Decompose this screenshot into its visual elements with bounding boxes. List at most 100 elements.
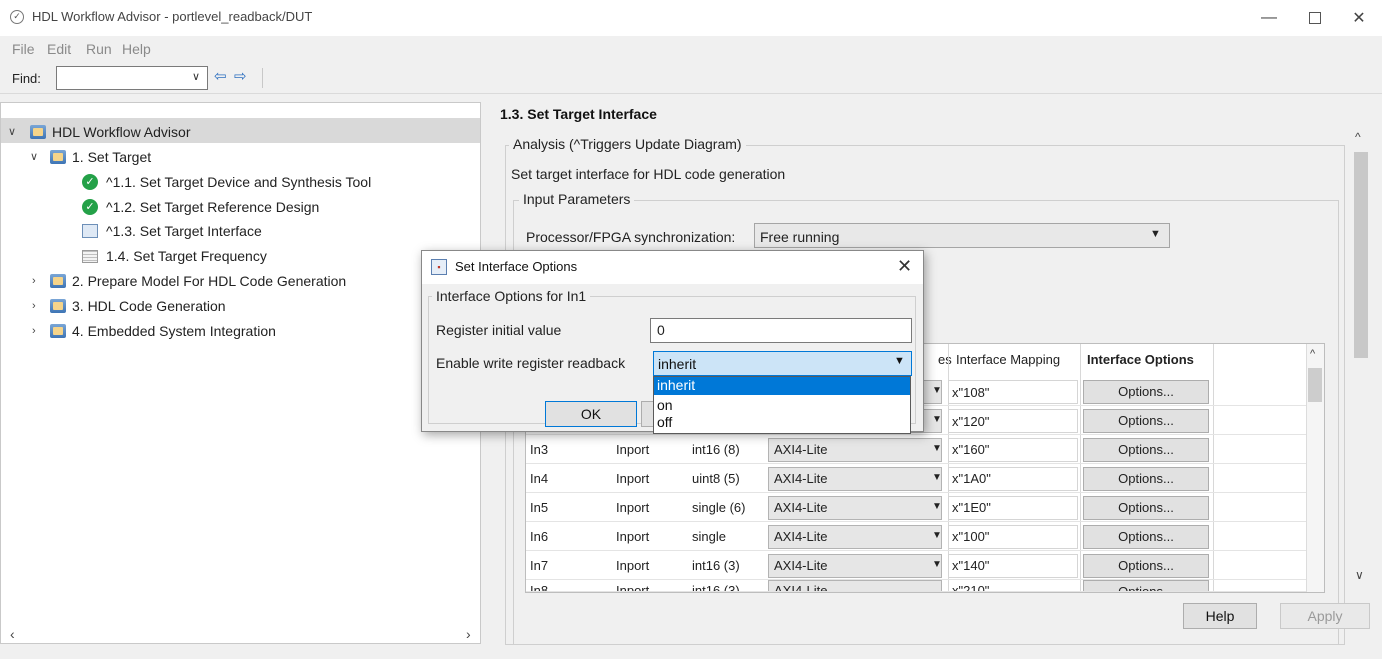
mapping-value: x"140" xyxy=(952,558,990,573)
maximize-button[interactable] xyxy=(1292,0,1338,36)
mapping-value: x"108" xyxy=(952,385,990,400)
caret-down-icon: ▼ xyxy=(932,443,942,454)
port-type: Inport xyxy=(616,471,650,486)
input-parameters-title: Input Parameters xyxy=(519,191,635,207)
option-inherit[interactable]: inherit xyxy=(654,377,910,395)
caret-down-icon: ▼ xyxy=(932,530,942,541)
menu-help[interactable]: Help xyxy=(122,41,151,57)
options-button[interactable]: Options... xyxy=(1083,409,1209,433)
mapping-value: x"210" xyxy=(952,583,990,592)
scroll-up-icon[interactable]: ^ xyxy=(1355,130,1361,144)
data-type: int16 (3) xyxy=(692,558,740,573)
chevron-right-icon[interactable]: › xyxy=(32,319,36,344)
table-row: In7 Inport int16 (3) AXI4-Lite ▼ x"140" … xyxy=(526,551,1306,580)
port-name: In3 xyxy=(530,442,549,457)
page-title: 1.3. Set Target Interface xyxy=(500,106,657,122)
tree-item-label: 3. HDL Code Generation xyxy=(72,298,226,314)
options-button[interactable]: Options... xyxy=(1083,580,1209,591)
interface-value: AXI4-Lite xyxy=(774,529,828,544)
dialog-icon: ▪ xyxy=(431,259,447,275)
folder-icon xyxy=(50,299,66,313)
port-name: In4 xyxy=(530,471,549,486)
caret-down-icon: ▼ xyxy=(932,501,942,512)
table-row: In8 Inport int16 (3) AXI4-Lite x"210" Op… xyxy=(526,580,1306,592)
tree-item-label: 1.4. Set Target Frequency xyxy=(106,248,267,264)
scroll-left-icon[interactable]: ‹ xyxy=(10,626,15,642)
caret-down-icon: ▼ xyxy=(932,472,942,483)
apply-button[interactable]: Apply xyxy=(1280,603,1370,629)
data-type: uint8 (5) xyxy=(692,471,740,486)
minimize-button[interactable]: — xyxy=(1246,0,1292,36)
tree-item-label: HDL Workflow Advisor xyxy=(52,124,191,140)
dialog-group-title: Interface Options for In1 xyxy=(432,288,591,304)
tree-item-label: ^1.3. Set Target Interface xyxy=(106,223,262,239)
column-header-types: es xyxy=(938,352,952,367)
app-icon: ✓ xyxy=(10,10,24,24)
scroll-down-icon[interactable]: ∨ xyxy=(1355,568,1364,582)
caret-down-icon: ▼ xyxy=(932,559,942,570)
caret-down-icon: ▼ xyxy=(932,385,942,396)
port-name: In6 xyxy=(530,529,549,544)
tree-horizontal-scrollbar[interactable] xyxy=(1,624,480,643)
option-off[interactable]: off xyxy=(654,414,910,432)
check-icon: ✓ xyxy=(82,174,98,190)
tree-item-label: ^1.2. Set Target Reference Design xyxy=(106,199,320,215)
chevron-right-icon[interactable]: › xyxy=(32,294,36,319)
table-row: In6 Inport single AXI4-Lite ▼ x"100" Opt… xyxy=(526,522,1306,551)
chevron-down-icon[interactable]: ∨ xyxy=(192,70,200,83)
column-header-interface-mapping: Interface Mapping xyxy=(956,352,1061,367)
scrollbar-thumb[interactable] xyxy=(1308,368,1322,402)
menu-edit[interactable]: Edit xyxy=(47,41,71,57)
table-row: In3 Inport int16 (8) AXI4-Lite ▼ x"160" … xyxy=(526,435,1306,464)
interface-value: AXI4-Lite xyxy=(774,471,828,486)
close-icon[interactable]: ✕ xyxy=(897,256,912,277)
caret-down-icon: ▼ xyxy=(894,355,905,367)
scroll-right-icon[interactable]: › xyxy=(466,626,471,642)
task-icon xyxy=(82,224,98,238)
sync-dropdown-value: Free running xyxy=(760,229,840,245)
find-next-icon[interactable]: ⇨ xyxy=(234,67,247,85)
options-button[interactable]: Options... xyxy=(1083,496,1209,520)
column-header-interface-options: Interface Options xyxy=(1087,352,1194,367)
options-button[interactable]: Options... xyxy=(1083,554,1209,578)
menu-run[interactable]: Run xyxy=(86,41,112,57)
scrollbar-thumb[interactable] xyxy=(1354,152,1368,358)
close-button[interactable]: ✕ xyxy=(1336,0,1382,36)
help-button[interactable]: Help xyxy=(1183,603,1257,629)
toolbar-divider xyxy=(262,68,263,88)
options-button[interactable]: Options... xyxy=(1083,467,1209,491)
table-row: In5 Inport single (6) AXI4-Lite ▼ x"1E0"… xyxy=(526,493,1306,522)
find-label: Find: xyxy=(12,71,41,86)
port-name: In8 xyxy=(530,583,549,592)
register-initial-value-input[interactable]: 0 xyxy=(650,318,912,343)
find-previous-icon[interactable]: ⇦ xyxy=(214,67,227,85)
interface-value: AXI4-Lite xyxy=(774,442,828,457)
find-input[interactable] xyxy=(56,66,208,90)
option-on[interactable]: on xyxy=(654,397,910,415)
scroll-up-icon[interactable]: ^ xyxy=(1310,348,1315,360)
chevron-down-icon[interactable]: ∨ xyxy=(8,120,16,145)
ok-button[interactable]: OK xyxy=(545,401,637,427)
options-button[interactable]: Options... xyxy=(1083,438,1209,462)
mapping-value: x"120" xyxy=(952,414,990,429)
interface-value: AXI4-Lite xyxy=(774,583,828,592)
port-name: In5 xyxy=(530,500,549,515)
port-type: Inport xyxy=(616,558,650,573)
mapping-value: x"1E0" xyxy=(952,500,991,515)
chevron-right-icon[interactable]: › xyxy=(32,269,36,294)
port-type: Inport xyxy=(616,529,650,544)
data-type: single xyxy=(692,529,726,544)
tree-item-label: 4. Embedded System Integration xyxy=(72,323,276,339)
interface-value: AXI4-Lite xyxy=(774,558,828,573)
data-type: int16 (3) xyxy=(692,583,740,592)
menu-file[interactable]: File xyxy=(12,41,35,57)
mapping-value: x"1A0" xyxy=(952,471,991,486)
list-icon xyxy=(82,250,98,263)
check-icon: ✓ xyxy=(82,199,98,215)
chevron-down-icon[interactable]: ∨ xyxy=(30,145,38,170)
options-button[interactable]: Options... xyxy=(1083,380,1209,404)
options-button[interactable]: Options... xyxy=(1083,525,1209,549)
port-type: Inport xyxy=(616,500,650,515)
mapping-value: x"160" xyxy=(952,442,990,457)
data-type: int16 (8) xyxy=(692,442,740,457)
